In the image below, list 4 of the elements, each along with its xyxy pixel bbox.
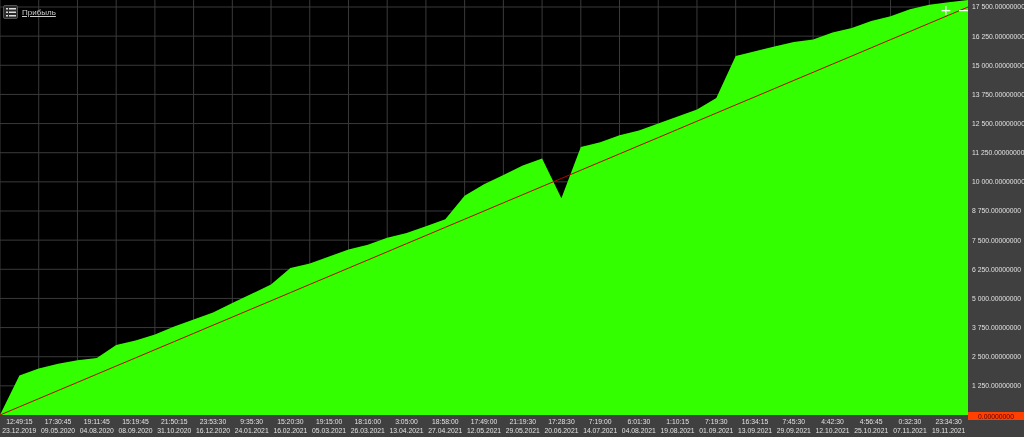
- zoom-out-button[interactable]: −: [955, 2, 972, 18]
- list-icon[interactable]: [3, 5, 18, 19]
- legend-link[interactable]: Прибыль: [22, 7, 56, 17]
- zoom-in-button[interactable]: +: [938, 2, 954, 18]
